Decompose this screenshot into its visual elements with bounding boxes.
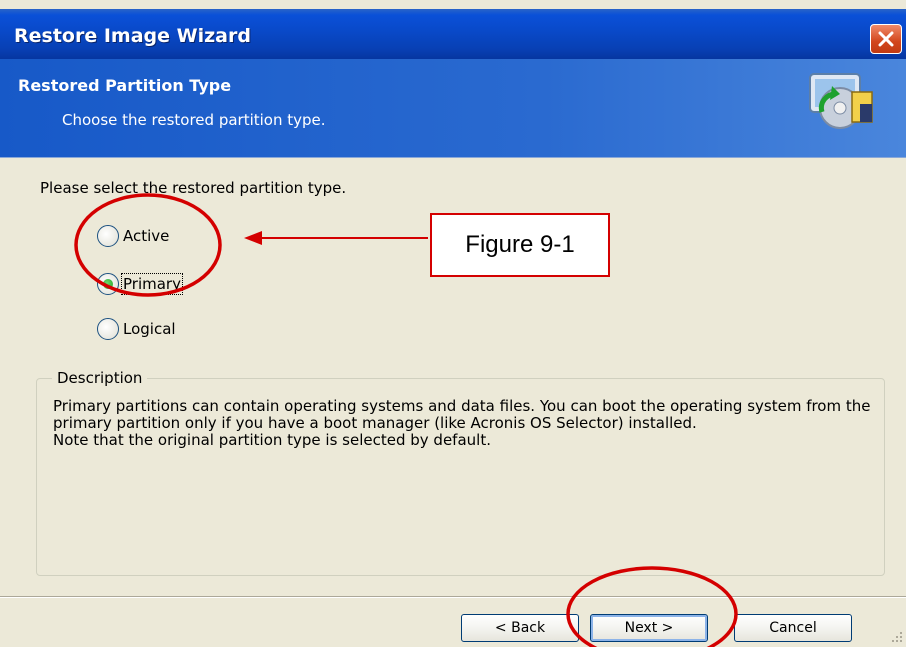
- annotation-circle-next: [566, 566, 738, 647]
- annotation-arrow-head: [244, 231, 262, 245]
- annotation-circle-active: [74, 193, 222, 297]
- annotation-overlay: [74, 193, 738, 647]
